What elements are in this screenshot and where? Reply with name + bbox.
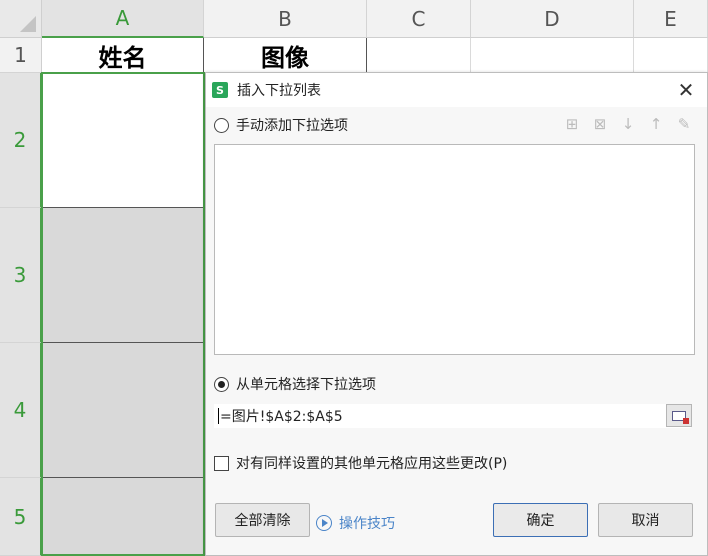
select-all-corner[interactable] <box>0 0 42 38</box>
apply-all-checkbox[interactable] <box>214 455 229 471</box>
column-header-d[interactable]: D <box>471 0 634 38</box>
manual-option-radio[interactable] <box>214 117 229 133</box>
text-caret <box>218 408 219 424</box>
cell-a3[interactable] <box>42 208 204 343</box>
cell-b1[interactable]: 图像 <box>204 38 367 73</box>
cell-option-radio[interactable] <box>214 376 229 392</box>
wps-app-icon: S <box>212 82 228 98</box>
column-header-e[interactable]: E <box>634 0 708 38</box>
apply-all-label: 对有同样设置的其他单元格应用这些更改(P) <box>236 456 508 472</box>
cell-a2[interactable] <box>42 73 204 208</box>
cell-a1[interactable]: 姓名 <box>42 38 204 73</box>
range-picker-button[interactable] <box>666 404 692 427</box>
tips-label: 操作技巧 <box>339 516 395 532</box>
add-item-icon[interactable]: ⊞ <box>563 115 581 133</box>
clear-all-button[interactable]: 全部清除 <box>215 503 310 537</box>
apply-all-row[interactable]: 对有同样设置的其他单元格应用这些更改(P) <box>214 453 507 473</box>
column-header-c[interactable]: C <box>367 0 471 38</box>
column-header-a[interactable]: A <box>42 0 204 38</box>
move-up-icon[interactable]: ↑ <box>647 115 665 133</box>
manual-option-label: 手动添加下拉选项 <box>236 118 348 134</box>
select-all-triangle-icon <box>20 16 36 32</box>
row-header-5[interactable]: 5 <box>0 478 42 556</box>
dialog-titlebar[interactable]: S 插入下拉列表 ✕ <box>206 73 707 107</box>
move-down-icon[interactable]: ↓ <box>619 115 637 133</box>
row-header-4[interactable]: 4 <box>0 343 42 478</box>
tips-link[interactable]: 操作技巧 <box>316 513 395 533</box>
insert-dropdown-dialog: S 插入下拉列表 ✕ 手动添加下拉选项 ⊞ ⊠ ↓ ↑ ✎ 从单元格选择下拉选项… <box>205 72 708 556</box>
cell-c1[interactable] <box>367 38 471 73</box>
close-icon[interactable]: ✕ <box>675 78 697 102</box>
cell-option-label: 从单元格选择下拉选项 <box>236 377 376 393</box>
row-header-2[interactable]: 2 <box>0 73 42 208</box>
manual-option-radio-row[interactable]: 手动添加下拉选项 <box>214 115 348 135</box>
cell-option-radio-row[interactable]: 从单元格选择下拉选项 <box>214 374 376 394</box>
cancel-button[interactable]: 取消 <box>598 503 693 537</box>
cell-d1[interactable] <box>471 38 634 73</box>
column-header-b[interactable]: B <box>204 0 367 38</box>
delete-item-icon[interactable]: ⊠ <box>591 115 609 133</box>
cell-e1[interactable] <box>634 38 708 73</box>
cell-a5[interactable] <box>42 478 204 556</box>
source-range-input[interactable]: =图片!$A$2:$A$5 <box>214 404 691 428</box>
row-header-3[interactable]: 3 <box>0 208 42 343</box>
row-header-1[interactable]: 1 <box>0 38 42 73</box>
list-toolbar: ⊞ ⊠ ↓ ↑ ✎ <box>563 115 693 133</box>
range-picker-icon <box>672 410 689 424</box>
source-range-value: =图片!$A$2:$A$5 <box>220 409 343 425</box>
dialog-title: 插入下拉列表 <box>237 83 321 99</box>
dropdown-options-list[interactable] <box>214 144 695 355</box>
ok-button[interactable]: 确定 <box>493 503 588 537</box>
edit-icon[interactable]: ✎ <box>675 115 693 133</box>
play-circle-icon <box>316 515 332 531</box>
cell-a4[interactable] <box>42 343 204 478</box>
